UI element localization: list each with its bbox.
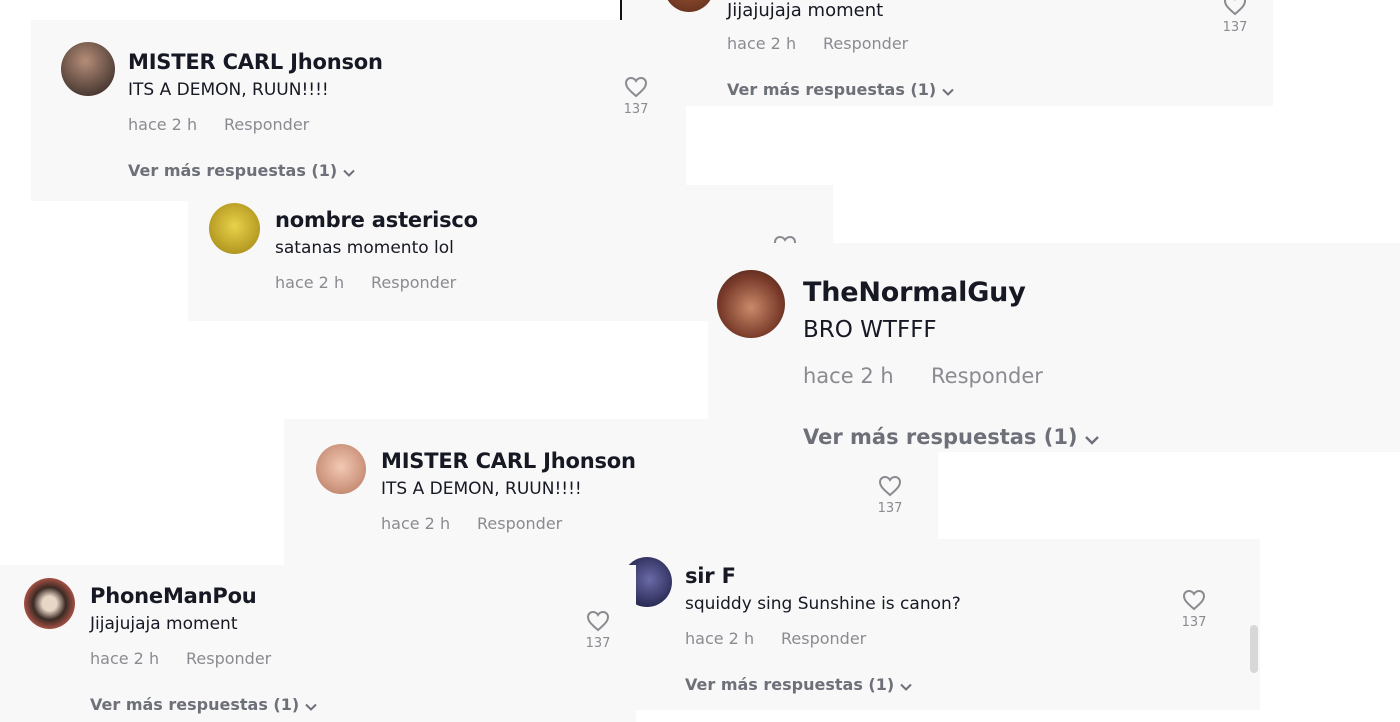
comment-timestamp: hace 2 h bbox=[803, 364, 894, 388]
comment-text: Jijajujaja moment bbox=[727, 0, 884, 21]
reply-button[interactable]: Responder bbox=[371, 273, 456, 292]
view-more-replies-label: Ver más respuestas (1) bbox=[128, 161, 338, 180]
like-count: 137 bbox=[1181, 615, 1207, 630]
comment-card: Jijajujaja moment hace 2 h Responder Ver… bbox=[622, 0, 1273, 106]
comment-card: sir F squiddy sing Sunshine is canon? ha… bbox=[622, 539, 1260, 710]
like-button[interactable]: 137 bbox=[1179, 589, 1209, 630]
chevron-down-icon bbox=[305, 696, 317, 715]
comment-timestamp: hace 2 h bbox=[275, 273, 345, 292]
like-count: 137 bbox=[1222, 20, 1248, 35]
chevron-down-icon bbox=[1084, 426, 1100, 450]
comment-username[interactable]: sir F bbox=[685, 564, 736, 588]
reply-button[interactable]: Responder bbox=[931, 364, 1043, 388]
comment-username[interactable]: nombre asterisco bbox=[275, 208, 478, 232]
like-count: 137 bbox=[585, 636, 611, 651]
like-count: 137 bbox=[623, 102, 649, 117]
avatar[interactable] bbox=[24, 578, 75, 629]
view-more-replies-button[interactable]: Ver más respuestas (1) bbox=[685, 675, 912, 695]
comment-text: Jijajujaja moment bbox=[90, 614, 238, 634]
avatar[interactable] bbox=[717, 270, 785, 338]
comment-username[interactable]: TheNormalGuy bbox=[803, 277, 1026, 308]
view-more-replies-label: Ver más respuestas (1) bbox=[90, 695, 300, 714]
chevron-down-icon bbox=[343, 162, 355, 181]
scrollbar-thumb[interactable] bbox=[1250, 625, 1258, 673]
chevron-down-icon bbox=[942, 81, 954, 100]
reply-button[interactable]: Responder bbox=[781, 629, 866, 648]
like-button[interactable]: 137 bbox=[583, 610, 613, 651]
comment-card: TheNormalGuy BRO WTFFF hace 2 h Responde… bbox=[708, 243, 1400, 452]
heart-outline-icon bbox=[583, 610, 613, 632]
reply-button[interactable]: Responder bbox=[186, 649, 271, 668]
comment-text: ITS A DEMON, RUUN!!!! bbox=[128, 80, 329, 100]
comment-username[interactable]: MISTER CARL Jhonson bbox=[128, 50, 383, 74]
heart-outline-icon bbox=[621, 76, 651, 98]
heart-outline-icon bbox=[1179, 589, 1209, 611]
comment-card: PhoneManPou Jijajujaja moment hace 2 h R… bbox=[0, 565, 636, 722]
comment-text: BRO WTFFF bbox=[803, 317, 937, 343]
view-more-replies-button[interactable]: Ver más respuestas (1) bbox=[128, 161, 355, 181]
reply-button[interactable]: Responder bbox=[224, 115, 309, 134]
comment-text: ITS A DEMON, RUUN!!!! bbox=[381, 479, 582, 499]
avatar[interactable] bbox=[664, 0, 714, 12]
like-button[interactable]: 137 bbox=[621, 76, 651, 117]
view-more-replies-button[interactable]: Ver más respuestas (1) bbox=[803, 425, 1100, 450]
comment-timestamp: hace 2 h bbox=[381, 514, 451, 533]
view-more-replies-label: Ver más respuestas (1) bbox=[803, 425, 1078, 449]
comment-timestamp: hace 2 h bbox=[727, 34, 797, 53]
reply-button[interactable]: Responder bbox=[823, 34, 908, 53]
view-more-replies-label: Ver más respuestas (1) bbox=[727, 80, 937, 99]
view-more-replies-button[interactable]: Ver más respuestas (1) bbox=[727, 80, 954, 100]
like-button[interactable]: 137 bbox=[875, 475, 905, 516]
view-more-replies-button[interactable]: Ver más respuestas (1) bbox=[90, 695, 317, 715]
comment-text: squiddy sing Sunshine is canon? bbox=[685, 594, 961, 614]
comment-card: MISTER CARL Jhonson ITS A DEMON, RUUN!!!… bbox=[31, 20, 686, 201]
comment-timestamp: hace 2 h bbox=[90, 649, 160, 668]
comment-text: satanas momento lol bbox=[275, 238, 454, 258]
avatar[interactable] bbox=[209, 203, 260, 254]
comment-timestamp: hace 2 h bbox=[685, 629, 755, 648]
comment-timestamp: hace 2 h bbox=[128, 115, 198, 134]
heart-outline-icon bbox=[1220, 0, 1250, 16]
chevron-down-icon bbox=[900, 676, 912, 695]
heart-outline-icon bbox=[875, 475, 905, 497]
avatar[interactable] bbox=[316, 444, 366, 494]
comment-username[interactable]: MISTER CARL Jhonson bbox=[381, 449, 636, 473]
avatar[interactable] bbox=[61, 42, 115, 96]
comment-username[interactable]: PhoneManPou bbox=[90, 584, 257, 608]
view-more-replies-label: Ver más respuestas (1) bbox=[685, 675, 895, 694]
like-button[interactable]: 137 bbox=[1220, 0, 1250, 35]
reply-button[interactable]: Responder bbox=[477, 514, 562, 533]
like-count: 137 bbox=[877, 501, 903, 516]
